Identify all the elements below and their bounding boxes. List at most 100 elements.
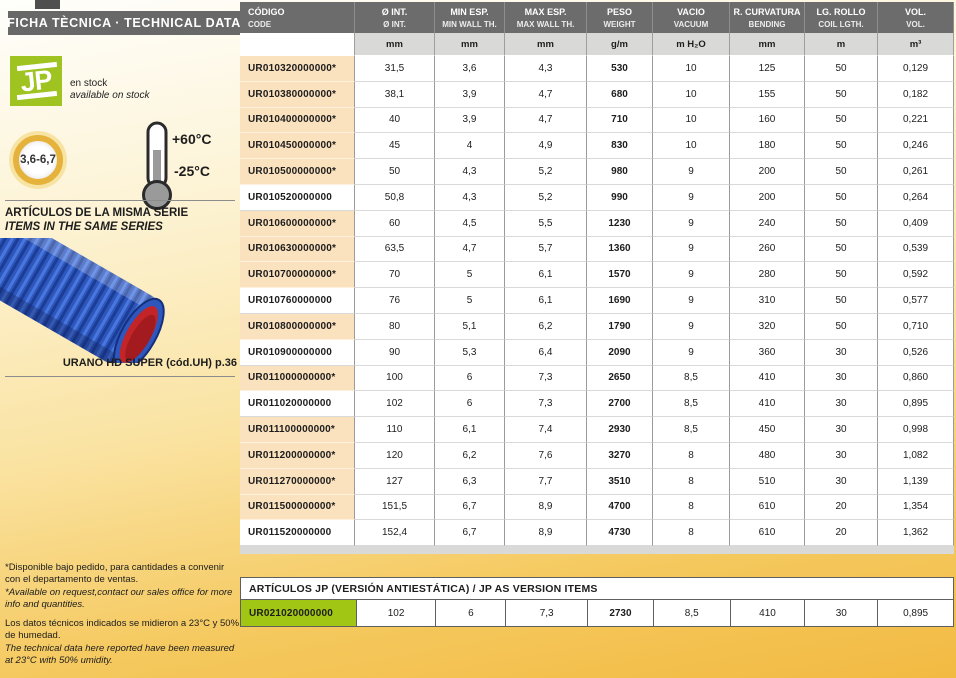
value-cell: 2730: [587, 599, 653, 626]
col-unit: mm: [355, 33, 435, 56]
table-row: UR010630000000*63,54,75,713609260500,539: [240, 237, 954, 263]
page-corner-mark: [35, 0, 60, 9]
value-cell: 3510: [587, 469, 653, 495]
table-row: UR010600000000*604,55,512309240500,409: [240, 211, 954, 237]
value-cell: 310: [730, 288, 805, 314]
value-cell: 9: [653, 211, 730, 237]
value-cell: 4: [435, 133, 505, 159]
col-header-es: R. CURVATURA: [730, 2, 805, 18]
value-cell: 0,592: [878, 262, 954, 288]
value-cell: 260: [730, 237, 805, 263]
value-cell: 50: [805, 237, 878, 263]
col-unit: m H₂O: [653, 33, 730, 56]
value-cell: 0,182: [878, 82, 954, 108]
value-cell: 6,3: [435, 469, 505, 495]
value-cell: 50: [805, 185, 878, 211]
code-cell: UR010630000000*: [240, 237, 355, 263]
value-cell: 4,3: [435, 185, 505, 211]
value-cell: 1360: [587, 237, 653, 263]
code-cell: UR010320000000*: [240, 56, 355, 82]
col-header-es: Ø INT.: [355, 2, 435, 18]
size-range-label: 3,6-6,7: [20, 154, 56, 166]
antistatic-body: UR02102000000010267,327308,5410300,895: [241, 599, 953, 626]
value-cell: 710: [587, 108, 653, 134]
col-header-es: LG. ROLLO: [805, 2, 878, 18]
value-cell: 8,9: [505, 520, 587, 546]
value-cell: 0,895: [877, 599, 953, 626]
code-cell: UR011000000000*: [240, 366, 355, 392]
value-cell: 6,1: [505, 288, 587, 314]
col-header-en: MAX WALL TH.: [505, 18, 587, 33]
code-cell: UR011500000000*: [240, 495, 355, 521]
value-cell: 50: [805, 288, 878, 314]
same-series-heading: ARTÍCULOS DE LA MISMA SERIE ITEMS IN THE…: [5, 206, 188, 234]
value-cell: 160: [730, 108, 805, 134]
col-header-en: CODE: [240, 18, 355, 33]
col-header-en: Ø INT.: [355, 18, 435, 33]
value-cell: 8,5: [653, 366, 730, 392]
value-cell: 2930: [587, 417, 653, 443]
value-cell: 10: [653, 82, 730, 108]
col-header-es: PESO: [587, 2, 653, 18]
value-cell: 4,9: [505, 133, 587, 159]
col-unit: mm: [435, 33, 505, 56]
value-cell: 125: [730, 56, 805, 82]
value-cell: 155: [730, 82, 805, 108]
value-cell: 8,5: [653, 417, 730, 443]
value-cell: 9: [653, 288, 730, 314]
value-cell: 100: [355, 366, 435, 392]
value-cell: 7,7: [505, 469, 587, 495]
value-cell: 280: [730, 262, 805, 288]
footnotes: *Disponible bajo pedido, para cantidades…: [5, 562, 241, 668]
value-cell: 410: [730, 366, 805, 392]
page-title: FICHA TÈCNICA · TECHNICAL DATA: [8, 11, 240, 35]
value-cell: 50: [805, 133, 878, 159]
value-cell: 0,526: [878, 340, 954, 366]
value-cell: 7,6: [505, 443, 587, 469]
value-cell: 6: [435, 391, 505, 417]
value-cell: 9: [653, 314, 730, 340]
value-cell: 4,3: [505, 56, 587, 82]
value-cell: 6,2: [435, 443, 505, 469]
code-cell: UR011270000000*: [240, 469, 355, 495]
stock-line-en: available on stock: [70, 90, 150, 102]
value-cell: 1230: [587, 211, 653, 237]
value-cell: 5: [435, 262, 505, 288]
value-cell: 0,710: [878, 314, 954, 340]
value-cell: 6,1: [435, 417, 505, 443]
value-cell: 120: [355, 443, 435, 469]
table-body: UR010320000000*31,53,64,353010125500,129…: [240, 56, 954, 546]
col-header-en: COIL LGTH.: [805, 18, 878, 33]
value-cell: 5,1: [435, 314, 505, 340]
value-cell: 31,5: [355, 56, 435, 82]
value-cell: 5,2: [505, 185, 587, 211]
col-header-en: MIN WALL TH.: [435, 18, 505, 33]
value-cell: 8: [653, 495, 730, 521]
col-unit: mm: [505, 33, 587, 56]
value-cell: 200: [730, 185, 805, 211]
code-cell: UR011100000000*: [240, 417, 355, 443]
col-unit: g/m: [587, 33, 653, 56]
footnote-en-1: *Available on request,contact our sales …: [5, 587, 241, 610]
code-cell: UR010900000000: [240, 340, 355, 366]
value-cell: 6,7: [435, 495, 505, 521]
value-cell: 1,354: [878, 495, 954, 521]
technical-data-table: CÓDIGOØ INT.MIN ESP.MAX ESP.PESOVACIOR. …: [240, 2, 954, 554]
value-cell: 50: [805, 82, 878, 108]
value-cell: 5,5: [505, 211, 587, 237]
code-cell: UR010380000000*: [240, 82, 355, 108]
value-cell: 102: [355, 391, 435, 417]
value-cell: 6: [435, 599, 505, 626]
table-row: UR010500000000*504,35,29809200500,261: [240, 159, 954, 185]
header-row-units: mmmmmmg/mm H₂Ommmm³: [240, 33, 954, 56]
value-cell: 4,7: [435, 237, 505, 263]
value-cell: 10: [653, 108, 730, 134]
value-cell: 50: [805, 159, 878, 185]
table-footer-strip: [240, 546, 954, 554]
value-cell: 4,3: [435, 159, 505, 185]
table-row: UR011500000000*151,56,78,947008610201,35…: [240, 495, 954, 521]
value-cell: 70: [355, 262, 435, 288]
value-cell: 40: [355, 108, 435, 134]
value-cell: 4700: [587, 495, 653, 521]
value-cell: 5,3: [435, 340, 505, 366]
